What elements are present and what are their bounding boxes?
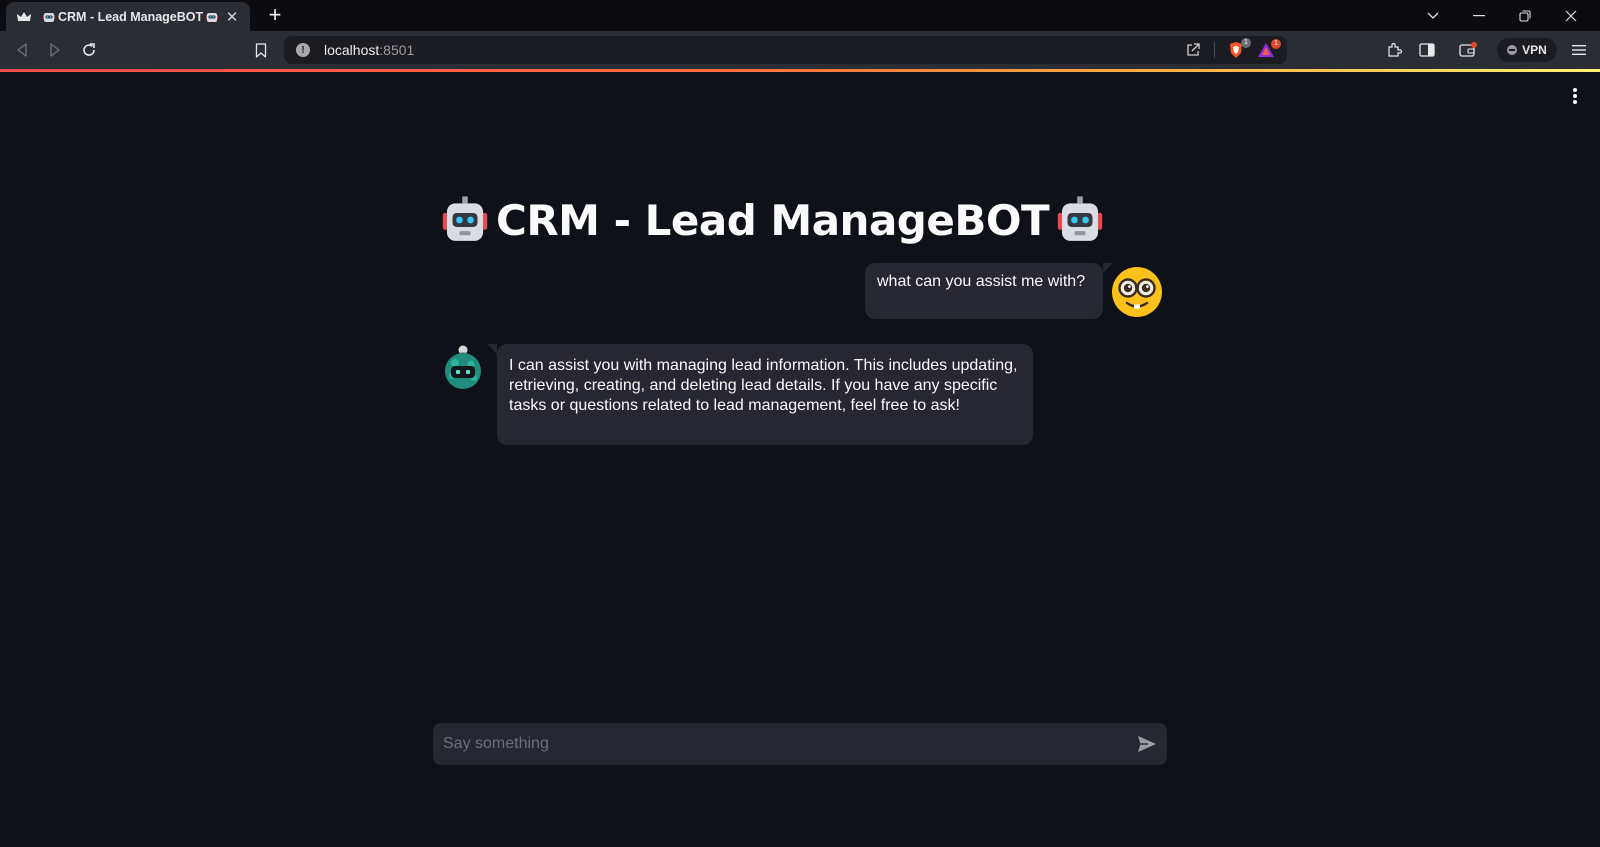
reload-icon[interactable]: [77, 38, 101, 62]
vpn-label: VPN: [1522, 43, 1547, 57]
wallet-icon[interactable]: [1456, 38, 1480, 62]
robot-icon: [206, 12, 219, 22]
assistant-message-text: I can assist you with managing lead info…: [509, 357, 1018, 414]
app-menu-icon[interactable]: [1572, 88, 1578, 104]
user-message-text: what can you assist me with?: [877, 273, 1086, 290]
address-bar[interactable]: ! localhost:8501 1 1: [284, 36, 1287, 64]
shields-badge: 1: [1241, 38, 1251, 48]
minimize-icon[interactable]: [1456, 0, 1502, 31]
sidebar-icon[interactable]: [1415, 38, 1439, 62]
tab-search-chevron-icon[interactable]: [1410, 0, 1456, 31]
bot-avatar-icon: [441, 344, 485, 390]
hamburger-menu-icon[interactable]: [1567, 38, 1591, 62]
site-info-icon[interactable]: !: [296, 43, 310, 57]
page-title-text: CRM - Lead ManageBOT: [496, 195, 1050, 245]
forward-icon[interactable]: [43, 38, 67, 62]
page-title: CRM - Lead ManageBOT: [440, 192, 1105, 248]
nerd-face-icon: [1111, 266, 1163, 318]
vpn-status-icon: [1507, 45, 1518, 55]
send-button[interactable]: [1127, 724, 1167, 764]
restore-icon[interactable]: [1502, 0, 1548, 31]
vpn-button[interactable]: VPN: [1497, 38, 1557, 62]
browser-tab[interactable]: CRM - Lead ManageBOT ✕: [6, 2, 250, 31]
browser-tab-strip: CRM - Lead ManageBOT ✕ +: [0, 0, 1600, 31]
crown-icon: [16, 9, 32, 25]
share-icon[interactable]: [1178, 42, 1208, 58]
send-icon: [1138, 736, 1156, 752]
back-icon[interactable]: [10, 38, 34, 62]
rewards-badge: 1: [1271, 39, 1281, 49]
close-window-icon[interactable]: [1548, 0, 1594, 31]
tab-title-group: CRM - Lead ManageBOT: [42, 10, 224, 24]
browser-toolbar: ! localhost:8501 1 1 VPN: [0, 31, 1600, 69]
chat-input-container: [433, 723, 1167, 765]
robot-icon: [1057, 196, 1103, 241]
assistant-message: I can assist you with managing lead info…: [487, 344, 1033, 445]
extensions-icon[interactable]: [1382, 38, 1406, 62]
bookmark-icon[interactable]: [249, 38, 273, 62]
tab-title: CRM - Lead ManageBOT: [58, 9, 204, 24]
chat-input[interactable]: [433, 723, 1127, 765]
tab-close-icon[interactable]: ✕: [224, 8, 240, 26]
new-tab-button[interactable]: +: [262, 3, 288, 29]
divider: [1214, 42, 1215, 58]
robot-icon: [442, 196, 488, 241]
brave-shields-icon[interactable]: 1: [1221, 38, 1251, 59]
url-text: localhost:8501: [324, 42, 415, 58]
robot-icon: [43, 12, 55, 22]
user-message: what can you assist me with?: [865, 263, 1113, 319]
brave-rewards-icon[interactable]: 1: [1251, 39, 1281, 58]
app-main: CRM - Lead ManageBOT what can you assist…: [0, 72, 1600, 847]
